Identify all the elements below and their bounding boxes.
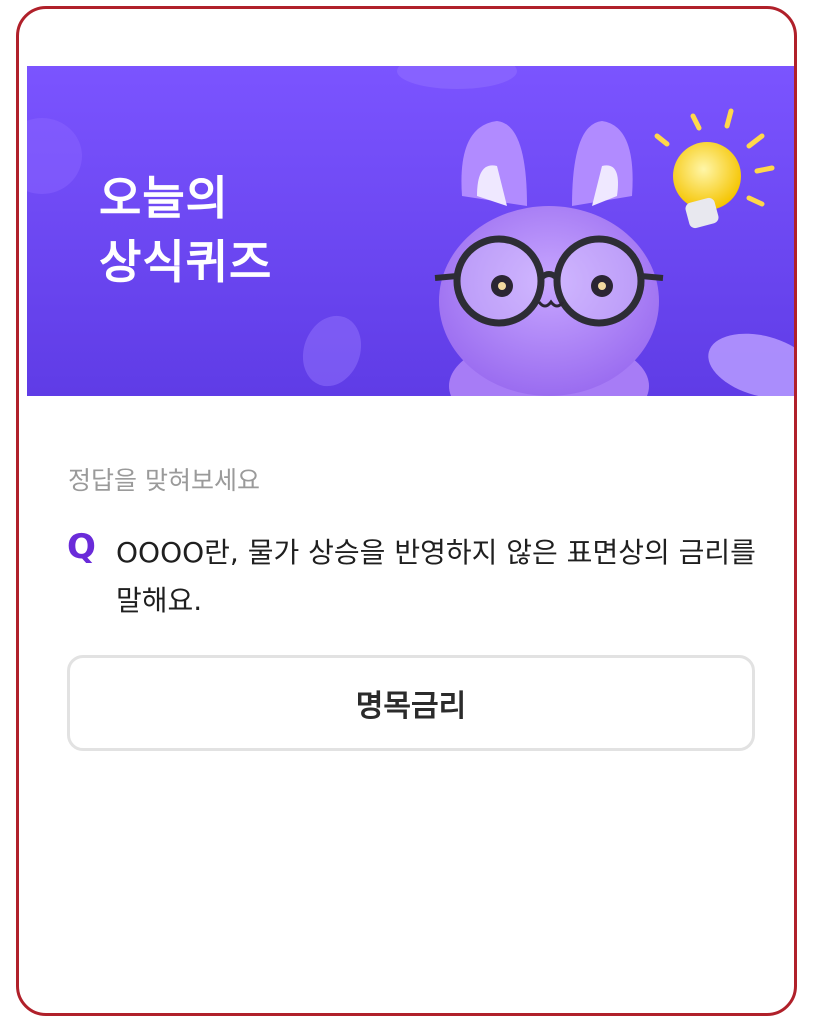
question-mark-label: Q	[67, 527, 96, 567]
banner-title: 오늘의 상식퀴즈	[99, 166, 272, 294]
banner-title-line2: 상식퀴즈	[99, 235, 273, 289]
quiz-question: OOOO란, 물가 상승을 반영하지 않은 표면상의 금리를 말해요.	[116, 536, 756, 617]
banner-title-line1: 오늘의	[99, 171, 229, 225]
quiz-banner: 오늘의 상식퀴즈	[27, 66, 794, 396]
quiz-hint: 정답을 맞혀보세요	[68, 466, 260, 495]
glasses-rabbit-mascot-icon	[434, 121, 664, 396]
quiz-card: 오늘의 상식퀴즈 정답을 맞혀보세요 Q OOOO란, 물가 상승을 반영하지 …	[16, 6, 797, 1016]
lightbulb-icon	[654, 108, 775, 229]
answer-button[interactable]: 명목금리	[67, 655, 755, 751]
